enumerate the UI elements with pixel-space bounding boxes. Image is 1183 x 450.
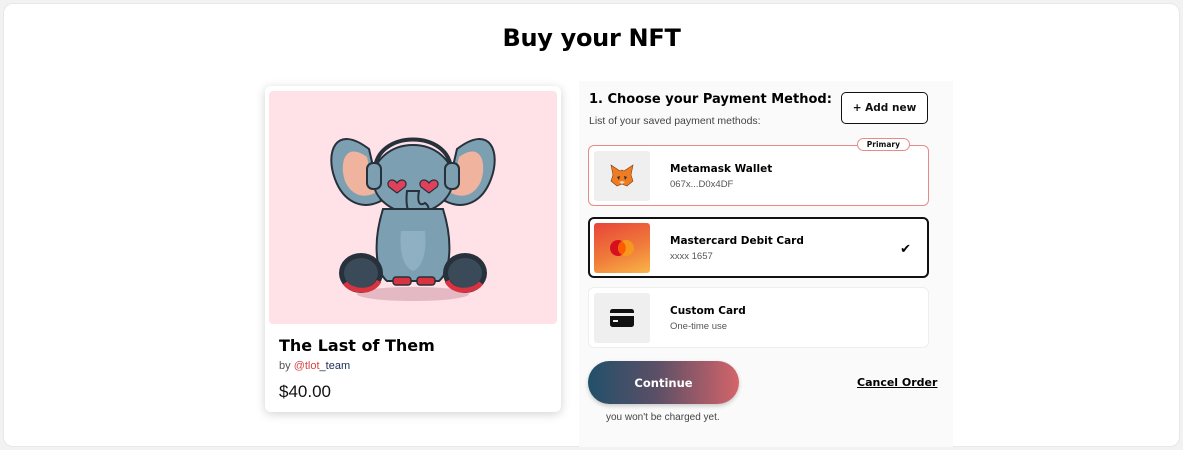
metamask-thumb: [594, 151, 650, 201]
nft-creator: by @tlot_team: [279, 360, 350, 372]
creator-prefix: by: [279, 360, 294, 372]
payment-heading: 1. Choose your Payment Method:: [589, 92, 832, 107]
page-title: Buy your NFT: [502, 24, 681, 52]
payment-method-custom-card[interactable]: Custom Card One-time use: [588, 287, 929, 348]
payment-panel: 1. Choose your Payment Method: List of y…: [579, 81, 953, 447]
primary-badge: Primary: [856, 138, 910, 151]
mastercard-thumb: [594, 223, 650, 273]
nft-image: [269, 91, 557, 324]
creator-handle-suffix[interactable]: _team: [320, 360, 351, 372]
payment-method-detail: xxxx 1657: [670, 251, 713, 262]
creator-handle-link[interactable]: @tlot: [294, 360, 320, 372]
payment-method-detail: 067x...D0x4DF: [670, 179, 734, 190]
nft-card[interactable]: The Last of Them by @tlot_team $40.00: [265, 86, 561, 412]
payment-method-name: Mastercard Debit Card: [670, 235, 804, 247]
payment-method-detail: One-time use: [670, 321, 728, 332]
add-payment-method-button[interactable]: + Add new: [841, 92, 928, 124]
credit-card-icon: [610, 309, 634, 327]
nft-price: $40.00: [279, 382, 331, 401]
metamask-fox-icon: [610, 164, 634, 187]
continue-button[interactable]: Continue: [588, 361, 739, 404]
payment-subheading: List of your saved payment methods:: [589, 115, 761, 127]
payment-method-metamask[interactable]: Metamask Wallet 067x...D0x4DF Primary: [588, 138, 929, 206]
elephant-with-headphones-illustration: [330, 137, 496, 301]
custom-card-thumb: [594, 293, 650, 343]
payment-method-mastercard[interactable]: Mastercard Debit Card xxxx 1657 ✔: [588, 217, 929, 278]
nft-title: The Last of Them: [279, 336, 435, 355]
mastercard-icon: [610, 240, 634, 256]
payment-method-name: Custom Card: [670, 305, 746, 317]
check-icon: ✔: [900, 241, 911, 256]
charge-note: you won't be charged yet.: [606, 412, 720, 423]
payment-method-name: Metamask Wallet: [670, 163, 773, 175]
cancel-order-link[interactable]: Cancel Order: [857, 376, 937, 389]
